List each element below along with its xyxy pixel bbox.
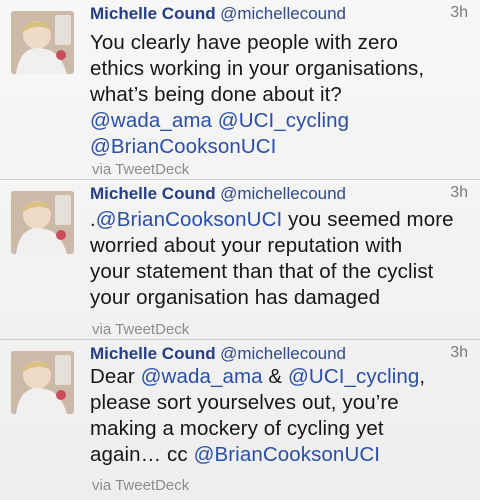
- avatar[interactable]: [11, 351, 74, 414]
- text-line: Dear @wada_ama & @UCI_cycling,: [90, 364, 468, 390]
- author-name[interactable]: Michelle Cound: [90, 184, 216, 203]
- mention-link[interactable]: @BrianCooksonUCI: [194, 443, 380, 466]
- profile-photo-icon: [11, 351, 74, 414]
- profile-photo-icon: [11, 11, 74, 74]
- source-label: via TweetDeck: [92, 161, 190, 178]
- mention-link[interactable]: @BrianCooksonUCI: [96, 208, 282, 231]
- mention-link[interactable]: @wada_ama: [141, 365, 263, 388]
- avatar[interactable]: [11, 11, 74, 74]
- mention-link[interactable]: @BrianCooksonUCI: [90, 135, 276, 158]
- author-handle[interactable]: @michellecound: [220, 344, 346, 363]
- timestamp: 3h: [450, 184, 468, 201]
- text-line: making a mockery of cycling yet: [90, 416, 468, 442]
- tweet-header: Michelle Cound @michellecound: [90, 4, 470, 28]
- tweet-text: Dear @wada_ama & @UCI_cycling, please so…: [90, 364, 468, 468]
- text-segment: ethics working in your organisations,: [90, 57, 425, 80]
- text-line: ethics working in your organisations,: [90, 56, 468, 82]
- author-name[interactable]: Michelle Cound: [90, 344, 216, 363]
- profile-photo-icon: [11, 191, 74, 254]
- author-handle[interactable]: @michellecound: [220, 184, 346, 203]
- text-segment: You clearly have people with zero: [90, 31, 398, 54]
- text-segment: ,: [419, 365, 426, 388]
- text-segment: your organisation has damaged: [90, 286, 381, 309]
- text-line: worried about your reputation with: [90, 233, 468, 259]
- tweet[interactable]: Michelle Cound @michellecound 3h Dear @w…: [0, 340, 480, 500]
- text-segment: &: [262, 365, 289, 388]
- mention-link[interactable]: @UCI_cycling: [288, 365, 419, 388]
- timestamp: 3h: [450, 344, 468, 361]
- text-line: again… cc @BrianCooksonUCI: [90, 442, 468, 468]
- text-segment: again… cc: [90, 443, 194, 466]
- text-line: @BrianCooksonUCI: [90, 134, 468, 160]
- tweet[interactable]: Michelle Cound @michellecound 3h You cle…: [0, 0, 480, 180]
- text-line: what’s being done about it?: [90, 82, 468, 108]
- text-segment: please sort yourselves out, you’re: [90, 391, 399, 414]
- tweet-feed: Michelle Cound @michellecound 3h You cle…: [0, 0, 480, 500]
- text-segment: what’s being done about it?: [90, 83, 342, 106]
- text-line: please sort yourselves out, you’re: [90, 390, 468, 416]
- text-line: You clearly have people with zero: [90, 30, 468, 56]
- text-line: your organisation has damaged: [90, 285, 468, 311]
- text-segment: you seemed more: [282, 208, 454, 231]
- mention-link[interactable]: @wada_ama @UCI_cycling: [90, 109, 349, 132]
- text-segment: your statement than that of the cyclist: [90, 260, 434, 283]
- author-name[interactable]: Michelle Cound: [90, 4, 216, 23]
- source-label: via TweetDeck: [92, 477, 190, 494]
- timestamp: 3h: [450, 4, 468, 21]
- text-line: .@BrianCooksonUCI you seemed more: [90, 207, 468, 233]
- tweet-text: You clearly have people with zero ethics…: [90, 30, 468, 160]
- author-handle[interactable]: @michellecound: [220, 4, 346, 23]
- tweet[interactable]: Michelle Cound @michellecound 3h .@Brian…: [0, 180, 480, 340]
- text-segment: making a mockery of cycling yet: [90, 417, 384, 440]
- avatar[interactable]: [11, 191, 74, 254]
- text-segment: Dear: [90, 365, 141, 388]
- text-segment: worried about your reputation with: [90, 234, 403, 257]
- text-line: @wada_ama @UCI_cycling: [90, 108, 468, 134]
- tweet-text: .@BrianCooksonUCI you seemed more worrie…: [90, 207, 468, 311]
- tweet-header: Michelle Cound @michellecound: [90, 184, 470, 208]
- text-line: your statement than that of the cyclist: [90, 259, 468, 285]
- source-label: via TweetDeck: [92, 321, 190, 338]
